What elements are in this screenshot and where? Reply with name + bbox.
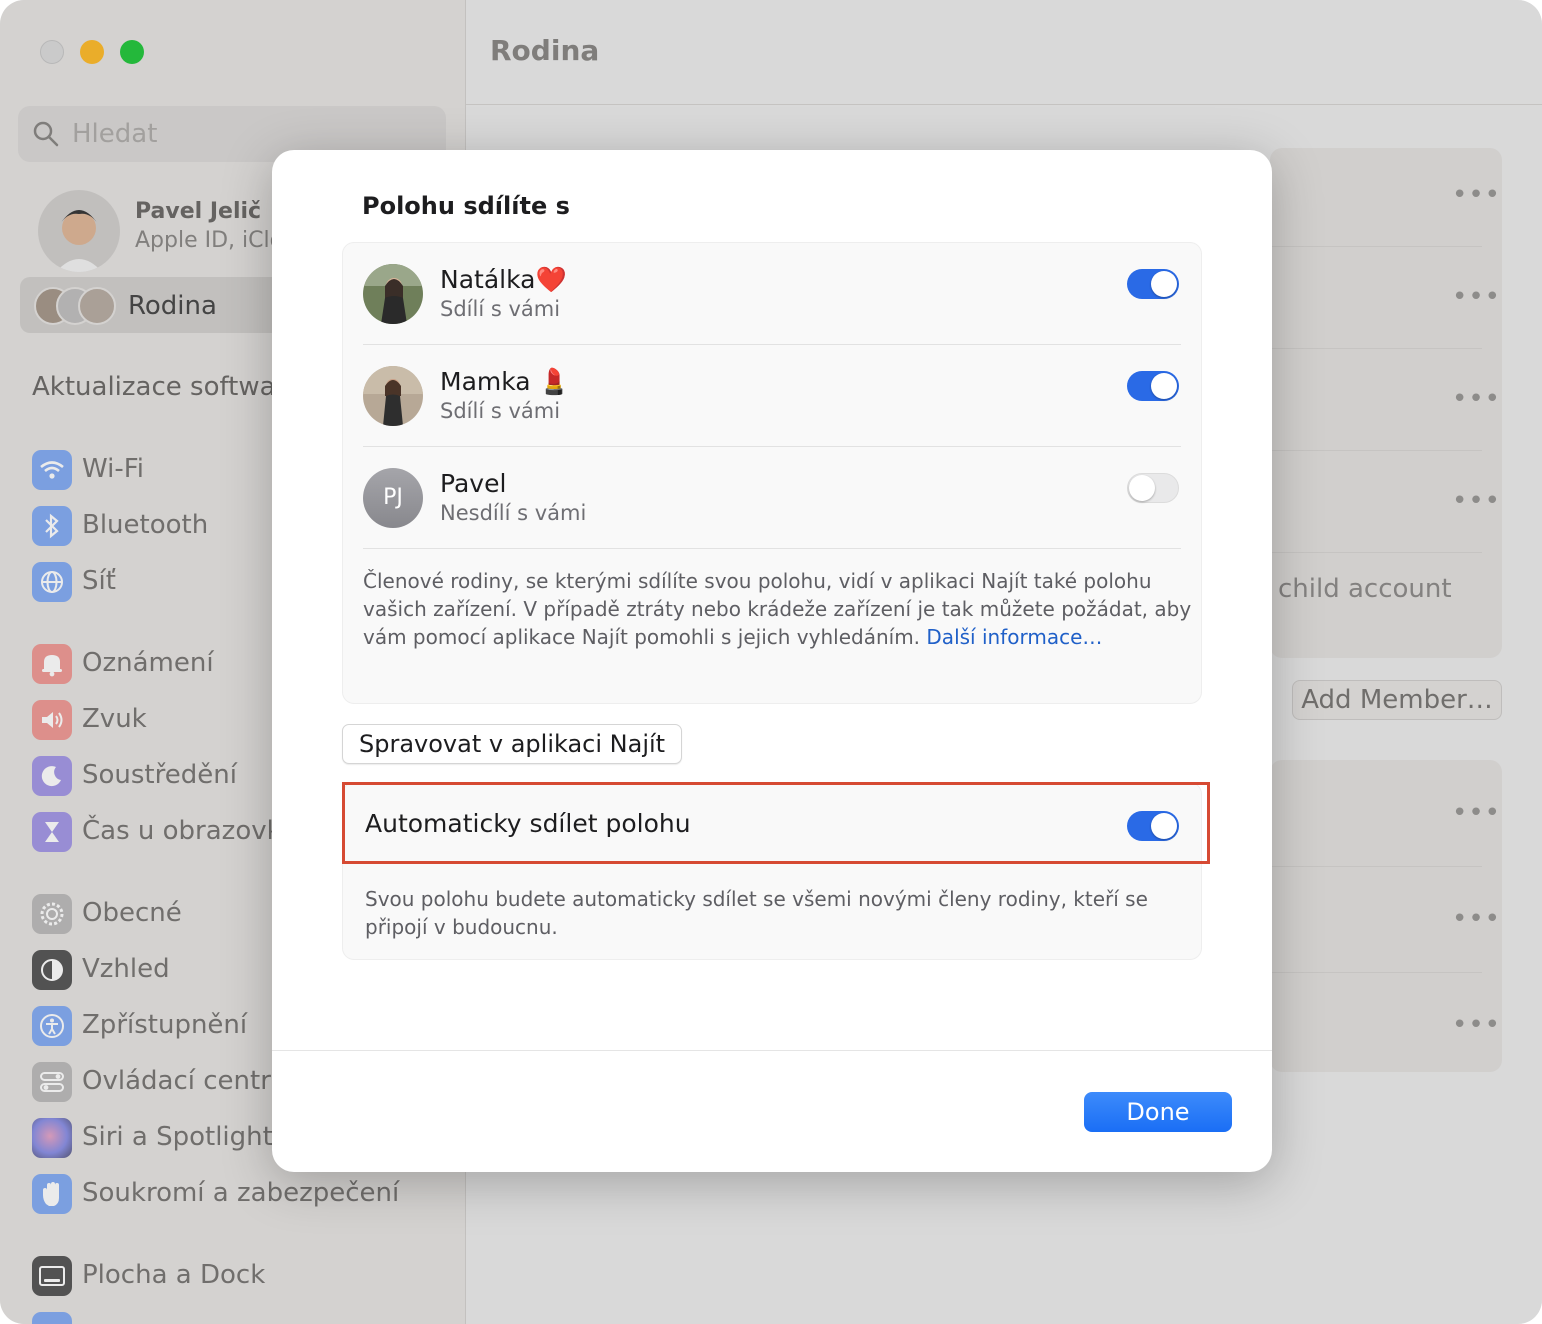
- member-avatar: [363, 264, 423, 324]
- more-info-link[interactable]: Další informace…: [926, 625, 1102, 649]
- dialog-title: Polohu sdílíte s: [362, 192, 570, 220]
- member-status: Nesdílí s vámi: [440, 501, 587, 525]
- divider: [363, 548, 1181, 549]
- member-row: Mamka 💄 Sdílí s vámi: [363, 345, 1181, 447]
- member-name: Pavel: [440, 469, 507, 498]
- footer-divider: [272, 1050, 1272, 1051]
- share-toggle[interactable]: [1127, 473, 1179, 503]
- info-text: Členové rodiny, se kterými sdílíte svou …: [363, 567, 1193, 651]
- members-group: Natálka❤️ Sdílí s vámi Mamka 💄 Sdílí s v…: [342, 242, 1202, 704]
- member-name: Natálka❤️: [440, 265, 567, 294]
- member-name: Mamka 💄: [440, 367, 570, 396]
- location-sharing-dialog: Polohu sdílíte s Natálka❤️ Sdílí s vámi: [272, 150, 1272, 1172]
- member-avatar: [363, 366, 423, 426]
- system-settings-window: Hledat Pavel Jelič Apple ID, iClo Rodina…: [0, 0, 1542, 1324]
- share-toggle[interactable]: [1127, 371, 1179, 401]
- member-row: Natálka❤️ Sdílí s vámi: [363, 243, 1181, 345]
- member-status: Sdílí s vámi: [440, 399, 561, 423]
- member-status: Sdílí s vámi: [440, 297, 561, 321]
- highlight-annotation: [342, 782, 1210, 864]
- auto-share-description: Svou polohu budete automaticky sdílet se…: [365, 887, 1148, 939]
- done-button[interactable]: Done: [1084, 1092, 1232, 1132]
- share-toggle[interactable]: [1127, 269, 1179, 299]
- member-initials-avatar: PJ: [363, 468, 423, 528]
- manage-in-find-my-button[interactable]: Spravovat v aplikaci Najít: [342, 724, 683, 764]
- member-row: PJ Pavel Nesdílí s vámi: [363, 447, 1181, 549]
